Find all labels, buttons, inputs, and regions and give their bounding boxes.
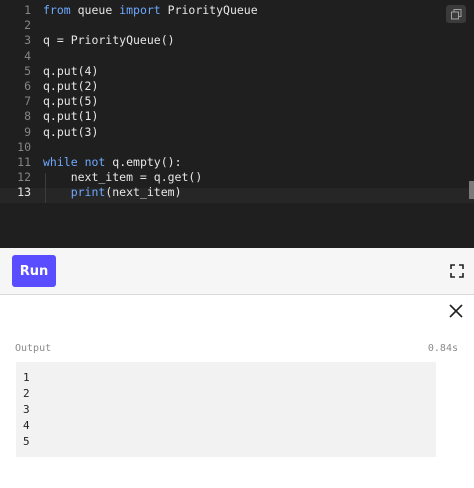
code-line[interactable]: 8 q.put(1)	[0, 109, 474, 124]
code-token: PriorityQueue	[160, 3, 258, 17]
code-line[interactable]: 2	[0, 18, 474, 33]
expand-icon	[450, 264, 464, 278]
output-console: 1 2 3 4 5	[16, 362, 436, 457]
editor-scrollbar[interactable]	[469, 181, 474, 199]
code-token: q.put(1)	[43, 109, 99, 124]
editor-toolbar: Run	[0, 248, 474, 295]
line-number: 13	[17, 185, 31, 200]
line-number: 11	[17, 155, 31, 169]
copy-button[interactable]	[446, 5, 466, 23]
output-line: 5	[23, 435, 30, 448]
code-text: q.put(1)	[43, 109, 98, 124]
code-token: q = PriorityQueue()	[43, 33, 175, 48]
code-token: (next_item)	[105, 185, 182, 200]
copy-icon	[450, 8, 461, 19]
line-number: 6	[24, 79, 31, 93]
code-line[interactable]: 4	[0, 49, 474, 64]
code-token: next_item = q.get()	[43, 170, 203, 185]
line-number: 4	[24, 48, 31, 63]
output-line: 1	[23, 371, 30, 384]
close-icon	[449, 304, 463, 318]
code-line[interactable]: 5 q.put(4)	[0, 64, 474, 79]
code-text: from queue import PriorityQueue	[43, 3, 258, 18]
line-number: 9	[24, 124, 31, 139]
code-line[interactable]: 7 q.put(5)	[0, 94, 474, 109]
code-editor[interactable]: 1 from queue import PriorityQueue 2 3 q = Pr…	[0, 0, 474, 248]
code-text: q.put(5)	[43, 94, 98, 109]
output-line: 4	[23, 419, 30, 432]
code-keyword: import	[119, 3, 161, 17]
code-keyword: from	[43, 3, 71, 17]
code-token: q.empty():	[105, 155, 182, 169]
code-token: q.put(5)	[43, 94, 99, 109]
code-text: q = PriorityQueue()	[43, 33, 175, 48]
code-token: q.put(4)	[43, 63, 99, 78]
output-panel: Output 0.84s 1 2 3 4 5	[0, 295, 474, 488]
line-number: 5	[24, 63, 31, 78]
code-text: while not q.empty():	[43, 155, 182, 170]
line-number: 7	[24, 94, 31, 109]
code-text: print(next_item)	[43, 185, 182, 200]
line-number: 2	[24, 18, 31, 33]
code-text: q.put(4)	[43, 64, 98, 79]
code-text: q.put(3)	[43, 125, 98, 140]
code-line[interactable]: 11 while not q.empty():	[0, 155, 474, 170]
code-line[interactable]: 13 print(next_item)	[0, 185, 474, 200]
line-number: 1	[24, 3, 31, 17]
expand-button[interactable]	[448, 262, 466, 280]
code-token: q.put(2)	[43, 79, 99, 93]
line-number: 8	[24, 109, 31, 124]
code-line[interactable]: 12 next_item = q.get()	[0, 170, 474, 185]
code-keyword: print	[70, 185, 106, 200]
code-text: next_item = q.get()	[43, 170, 203, 185]
code-text: q.put(2)	[43, 79, 98, 94]
line-number: 12	[17, 170, 31, 185]
close-output-button[interactable]	[448, 303, 464, 319]
execution-time: 0.84s	[427, 343, 458, 354]
code-line[interactable]: 10	[0, 140, 474, 155]
output-line: 2	[23, 387, 30, 400]
run-button[interactable]: Run	[12, 255, 56, 287]
output-label: Output	[15, 343, 52, 354]
code-line[interactable]: 6 q.put(2)	[0, 79, 474, 94]
code-line[interactable]: 3 q = PriorityQueue()	[0, 33, 474, 48]
line-number: 3	[24, 33, 31, 48]
output-line: 3	[23, 403, 30, 416]
code-line[interactable]: 9 q.put(3)	[0, 125, 474, 140]
code-token: q.put(3)	[43, 124, 99, 139]
code-token: queue	[70, 3, 120, 17]
code-keyword: not	[84, 155, 106, 169]
line-number: 10	[17, 139, 31, 154]
code-keyword: while	[43, 155, 78, 169]
code-line[interactable]: 1 from queue import PriorityQueue	[0, 3, 474, 18]
